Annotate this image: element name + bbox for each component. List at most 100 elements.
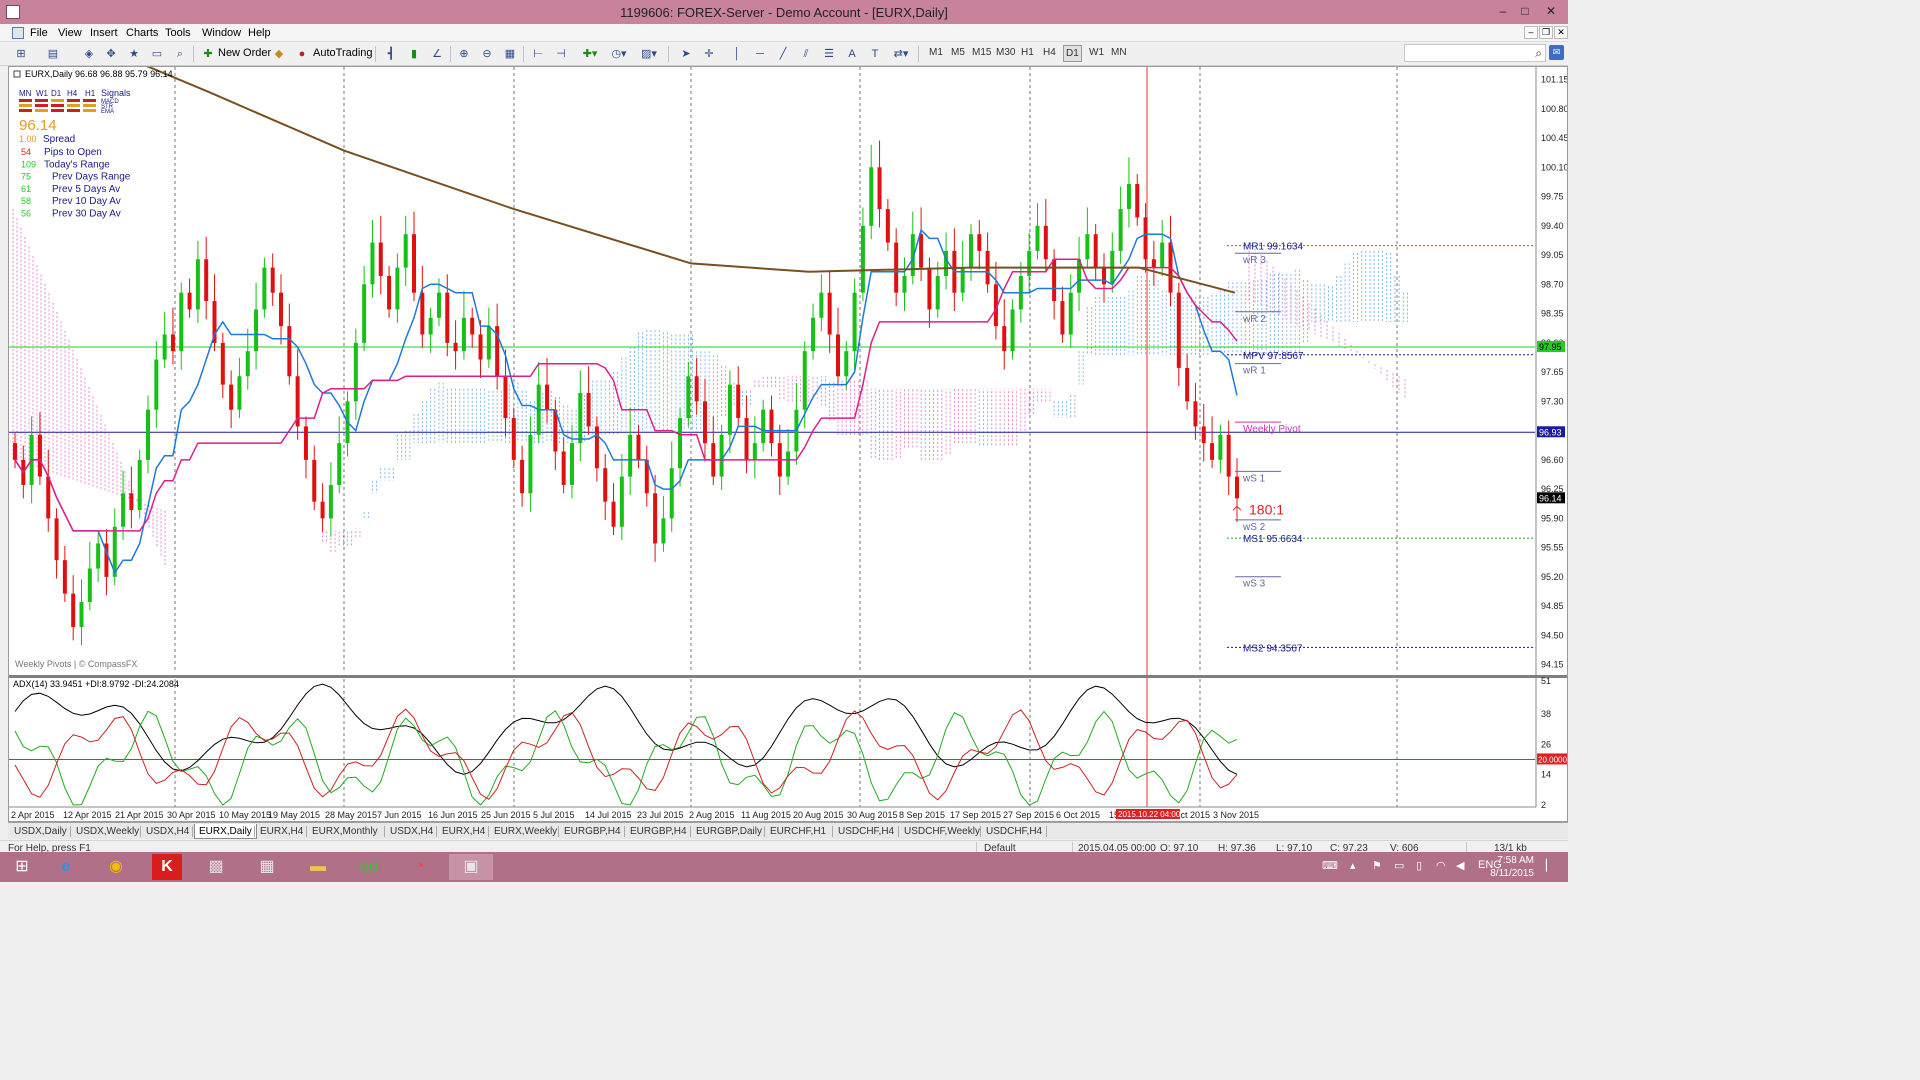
auto-scroll-icon[interactable]: ⊢ <box>529 46 547 62</box>
menu-help[interactable]: Help <box>248 27 271 39</box>
new-chart-icon[interactable]: ⊞ <box>12 46 30 62</box>
text-icon[interactable]: A <box>843 46 861 62</box>
timeframe-mn[interactable]: MN <box>1111 47 1127 58</box>
tray-expand-icon[interactable]: ▴ <box>1350 859 1356 872</box>
chrome-icon[interactable]: ◉ <box>94 854 138 880</box>
chart-tab[interactable]: EURCHF,H1 <box>766 824 830 839</box>
line-chart-icon[interactable]: ∠ <box>428 46 446 62</box>
action-center-icon[interactable]: ⚑ <box>1372 859 1382 872</box>
autotrading-button[interactable]: AutoTrading <box>313 47 373 59</box>
touch-keyboard-icon[interactable]: ⌨ <box>1322 859 1338 872</box>
community-icon[interactable]: ✉ <box>1549 45 1564 60</box>
cursor-icon[interactable]: ➤ <box>677 46 695 62</box>
show-desktop-icon[interactable]: ▏ <box>1546 859 1554 872</box>
minus-di-line <box>14 708 1238 801</box>
fibonacci-icon[interactable]: ☰ <box>820 46 838 62</box>
volume-icon[interactable]: ◀ <box>1456 859 1464 872</box>
periods-icon[interactable]: ◷▾ <box>610 46 628 62</box>
chart-tab[interactable]: EURGBP,H4 <box>560 824 625 839</box>
zoom-out-icon[interactable]: ⊖ <box>478 46 496 62</box>
tile-windows-icon[interactable]: ▦ <box>501 46 519 62</box>
maximize-button[interactable]: □ <box>1512 0 1538 22</box>
candle-bull <box>528 434 533 494</box>
chart-tab[interactable]: USDX,H4 <box>386 824 437 839</box>
market-watch-icon[interactable]: ◈ <box>80 46 98 62</box>
text-label-icon[interactable]: T <box>866 46 884 62</box>
keyboard-app-icon[interactable]: ▩ <box>194 854 238 880</box>
new-order-button[interactable]: New Order <box>218 47 271 59</box>
crosshair-icon[interactable]: ✛ <box>700 46 718 62</box>
chart-window[interactable]: MR2 101.3567 MR1 99.1634 wR 3 wR 2 MPV 97.85… <box>8 66 1568 822</box>
chart-tab[interactable]: EURGBP,Daily <box>692 824 766 839</box>
toolbar-separator <box>450 46 451 62</box>
chart-tab[interactable]: EURX,Weekly <box>490 824 561 839</box>
calculator-icon[interactable]: ▦ <box>245 854 289 880</box>
chart-tab[interactable]: USDX,Weekly <box>72 824 143 839</box>
menu-insert[interactable]: Insert <box>90 27 118 39</box>
tester-icon[interactable]: ⌕ <box>171 46 189 62</box>
channel-icon[interactable]: ⫽ <box>797 46 815 62</box>
metatrader-icon[interactable]: ▣ <box>449 854 493 880</box>
chart-tab[interactable]: EURX,Monthly <box>308 824 382 839</box>
menu-charts[interactable]: Charts <box>126 27 158 39</box>
chart-tab[interactable]: USDCHF,H4 <box>982 824 1046 839</box>
terminal-icon[interactable]: ▭ <box>148 46 166 62</box>
candlestick-chart-icon[interactable]: ▮ <box>405 46 423 62</box>
horizontal-line-icon[interactable]: ─ <box>751 46 769 62</box>
network-icon[interactable]: ▭ <box>1394 859 1404 872</box>
file-explorer-icon[interactable]: ▬ <box>296 854 340 880</box>
chart-tab[interactable]: USDX,Daily <box>10 824 71 839</box>
navigator-icon[interactable]: ✥ <box>102 46 120 62</box>
menu-window[interactable]: Window <box>202 27 241 39</box>
timeframe-w1[interactable]: W1 <box>1089 47 1104 58</box>
chart-window-icon[interactable] <box>12 27 24 39</box>
timeframe-m15[interactable]: M15 <box>972 47 991 58</box>
trendline-icon[interactable]: ╱ <box>774 46 792 62</box>
bar-chart-icon[interactable]: ┫ <box>382 46 400 62</box>
taskbar-clock[interactable]: 7:58 AM 8/11/2015 <box>1490 854 1534 880</box>
templates-icon[interactable]: ▨▾ <box>640 46 658 62</box>
timeframe-h4[interactable]: H4 <box>1043 47 1056 58</box>
search-input[interactable]: ⌕ <box>1404 44 1546 62</box>
timeframe-h1[interactable]: H1 <box>1021 47 1034 58</box>
arrows-icon[interactable]: ⇄▾ <box>892 46 910 62</box>
chart-tab[interactable]: EURX,Daily <box>194 824 257 839</box>
wifi-icon[interactable]: ◠ <box>1436 859 1446 872</box>
ie-icon[interactable]: e <box>44 854 88 880</box>
zoom-in-icon[interactable]: ⊕ <box>455 46 473 62</box>
folder-icon[interactable]: ★ <box>125 46 143 62</box>
profiles-icon[interactable]: ▤ <box>44 46 62 62</box>
chart-tab[interactable]: EURGBP,H4 <box>626 824 691 839</box>
timeframe-m5[interactable]: M5 <box>951 47 965 58</box>
mdi-restore-button[interactable]: ❐ <box>1539 26 1553 39</box>
menu-file[interactable]: File <box>30 27 48 39</box>
chart-tab[interactable]: USDCHF,H4 <box>834 824 898 839</box>
chart-tab[interactable]: EURX,H4 <box>256 824 307 839</box>
timeframe-d1[interactable]: D1 <box>1063 45 1082 62</box>
adx-tick-label: 51 <box>1541 676 1551 686</box>
kaspersky-icon[interactable]: K <box>152 854 182 880</box>
chart-tab[interactable]: EURX,H4 <box>438 824 489 839</box>
menu-tools[interactable]: Tools <box>165 27 191 39</box>
mdi-minimize-button[interactable]: – <box>1524 26 1538 39</box>
timeframe-m1[interactable]: M1 <box>929 47 943 58</box>
signal-cell <box>67 99 80 102</box>
autotrading-icon[interactable]: ● <box>293 46 311 62</box>
mdi-close-button[interactable]: ✕ <box>1554 26 1568 39</box>
search-icon[interactable]: ⌕ <box>1535 46 1542 61</box>
metaeditor-icon[interactable]: ◆ <box>270 46 288 62</box>
battery-icon[interactable]: ▯ <box>1416 859 1422 872</box>
chart-tab[interactable]: USDCHF,Weekly <box>900 824 984 839</box>
indicators-icon[interactable]: ✚▾ <box>581 46 599 62</box>
chart-shift-icon[interactable]: ⊣ <box>552 46 570 62</box>
trading-app-icon[interactable]: ◔ <box>398 854 442 880</box>
close-button[interactable]: ✕ <box>1538 0 1564 22</box>
vertical-line-icon[interactable]: │ <box>728 46 746 62</box>
new-order-icon[interactable]: ✚ <box>199 46 217 62</box>
price-chart[interactable]: MR2 101.3567 MR1 99.1634 wR 3 wR 2 MPV 97.85… <box>9 67 1567 821</box>
chart-tab[interactable]: USDX,H4 <box>142 824 193 839</box>
gochart-icon[interactable]: GO <box>347 854 391 880</box>
menu-view[interactable]: View <box>58 27 82 39</box>
timeframe-m30[interactable]: M30 <box>996 47 1015 58</box>
start-button[interactable]: ⊞ <box>0 854 44 880</box>
